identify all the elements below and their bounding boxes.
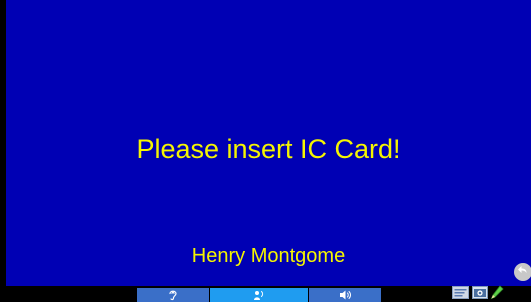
insert-card-message: Please insert IC Card!	[136, 134, 401, 164]
ear-icon	[168, 289, 178, 301]
pencil-icon	[490, 284, 504, 302]
edit-button[interactable]	[489, 284, 504, 302]
user-name-label: Henry Montgome	[191, 245, 346, 267]
camera-icon	[471, 285, 488, 302]
main-panel: Please insert IC Card! Henry Montgome	[6, 0, 531, 286]
talk-icon	[253, 289, 265, 301]
message-icon	[451, 285, 469, 302]
talk-button[interactable]	[210, 288, 308, 302]
speaker-icon	[339, 289, 352, 301]
intercom-screen: Please insert IC Card! Henry Montgome	[0, 0, 531, 302]
back-button[interactable]	[514, 263, 531, 281]
camera-button[interactable]	[471, 285, 488, 302]
message-button[interactable]	[451, 285, 469, 302]
back-arrow-icon	[517, 263, 529, 281]
listen-button[interactable]	[137, 288, 209, 302]
volume-button[interactable]	[309, 288, 381, 302]
